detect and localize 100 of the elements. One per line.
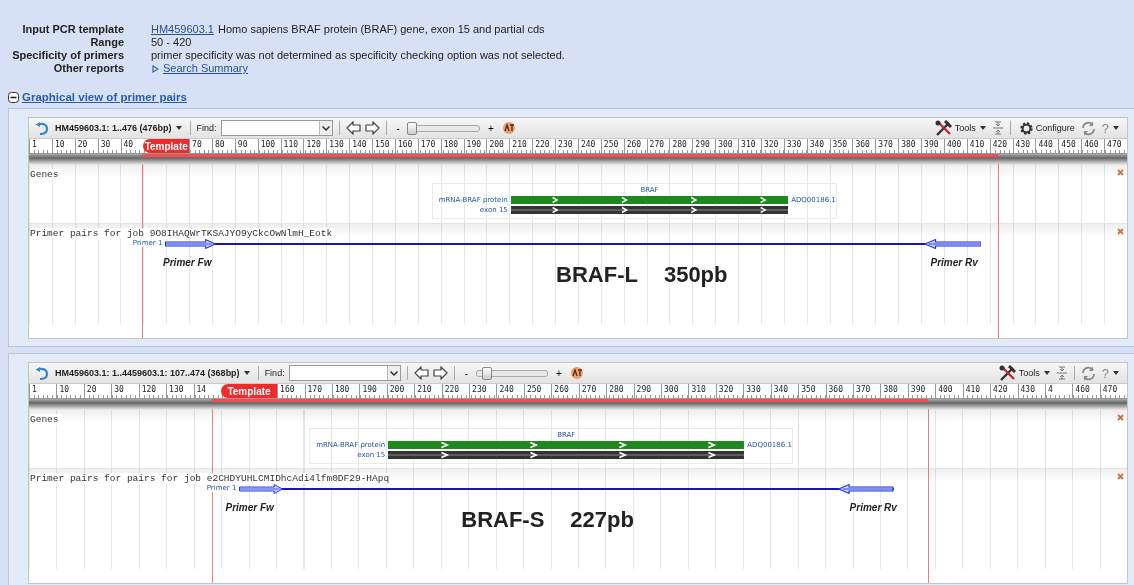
ruler-label: 40 <box>120 139 144 153</box>
ruler-label: 230 <box>469 384 497 398</box>
close-icon[interactable] <box>1117 473 1124 480</box>
section-link[interactable]: Graphical view of primer pairs <box>22 91 187 103</box>
ruler-label: 330 <box>783 139 807 153</box>
description-text: Homo sapiens BRAF protein (BRAF) gene, exon 15 and partial cds <box>218 23 545 36</box>
ruler-label: 170 <box>417 139 441 153</box>
sequence-dropdown[interactable]: HM459603.1: 1..476 (476bp) <box>53 123 184 133</box>
hammer-wrench-icon <box>934 120 953 136</box>
accession-link[interactable]: HM459603.1 <box>151 23 214 36</box>
reverse-primer-arrow <box>923 239 982 249</box>
tools-menu[interactable]: Tools <box>996 365 1052 381</box>
sequence-icon[interactable] <box>501 121 516 135</box>
product-name: BRAF-S <box>461 507 545 533</box>
find-field[interactable] <box>288 365 401 381</box>
ruler-label: 470 <box>1099 384 1128 398</box>
ruler-label: 240 <box>496 384 524 398</box>
ruler-label: 180 <box>331 384 360 398</box>
ruler-label: 200 <box>386 384 415 398</box>
ruler-label: 340 <box>770 384 799 398</box>
ruler-label: 20 <box>74 139 98 153</box>
close-icon[interactable] <box>1117 228 1124 235</box>
zoom-out-button[interactable]: - <box>392 122 404 134</box>
caret-icon <box>175 126 182 130</box>
ruler-label: 120 <box>303 139 327 153</box>
ruler-label: 220 <box>532 139 556 153</box>
ruler-label: 250 <box>600 139 624 153</box>
right-arrow-icon[interactable] <box>432 366 448 380</box>
primer-annotation: Primer Fw <box>163 257 212 268</box>
caret-icon <box>1113 126 1119 130</box>
left-arrow-icon[interactable] <box>413 366 429 380</box>
forward-primer-arrow <box>239 484 284 494</box>
right-arrow-icon[interactable] <box>364 121 380 135</box>
ruler-label: 290 <box>692 139 716 153</box>
ruler-label: 14 <box>193 384 221 398</box>
ruler-label: 410 <box>966 139 990 153</box>
ruler-label: 20 <box>83 384 112 398</box>
close-icon[interactable] <box>1117 414 1124 421</box>
ruler-label: 80 <box>211 139 235 153</box>
find-field[interactable] <box>220 120 333 136</box>
sequence-icon[interactable] <box>569 366 584 380</box>
sequence-dropdown[interactable]: HM459603.1: 1..4459603.1: 107..474 (368bp) <box>53 368 252 378</box>
zoom-slider[interactable] <box>476 369 548 377</box>
ruler-label: 240 <box>577 139 601 153</box>
ruler-label: 340 <box>806 139 830 153</box>
zoom-slider[interactable] <box>407 124 480 132</box>
zoom-in-button[interactable]: + <box>552 367 566 379</box>
ruler-label: 10 <box>51 139 75 153</box>
zoom-out-button[interactable]: - <box>460 367 472 379</box>
ruler-label: 320 <box>760 139 784 153</box>
ruler-label: 30 <box>97 139 121 153</box>
field-label: Range <box>89 36 124 49</box>
ruler-label: 290 <box>633 384 661 398</box>
refresh-icon[interactable] <box>1080 120 1096 136</box>
ruler-label: 260 <box>551 384 579 398</box>
fit-icon[interactable] <box>991 121 1004 135</box>
ruler-label: 210 <box>509 139 533 153</box>
ruler-label: 160 <box>394 139 418 153</box>
refresh-icon[interactable] <box>1080 365 1096 381</box>
ruler-label: 370 <box>875 139 899 153</box>
primer-annotation: Primer Rv <box>930 257 978 268</box>
ruler-label: 380 <box>880 384 908 398</box>
field-label: Specificity of primers <box>11 49 124 62</box>
collapse-icon[interactable] <box>8 91 19 103</box>
ruler-label: 170 <box>304 384 332 398</box>
ruler-label: 420 <box>989 139 1013 153</box>
ruler-label: 420 <box>990 384 1018 398</box>
ruler-label: 110 <box>280 139 304 153</box>
ruler-label: 230 <box>555 139 578 153</box>
caret-icon <box>979 126 986 130</box>
hammer-wrench-icon <box>998 365 1017 381</box>
report-link[interactable]: Search Summary <box>163 62 248 75</box>
ruler-label: 430 <box>1017 384 1045 398</box>
ruler-label: 450 <box>1058 139 1082 153</box>
ruler-label: 270 <box>646 139 670 153</box>
field-label: Other reports <box>52 62 124 75</box>
ruler-label: 70 <box>189 139 212 153</box>
left-arrow-icon[interactable] <box>345 121 361 135</box>
ruler-label: 440 <box>1035 139 1059 153</box>
reverse-primer-arrow <box>838 484 894 494</box>
close-icon[interactable] <box>1117 169 1124 176</box>
ruler-label: 430 <box>1012 139 1036 153</box>
tools-menu[interactable]: Tools <box>932 120 988 136</box>
ruler-label: 120 <box>138 384 167 398</box>
track-title: Genes <box>30 169 62 180</box>
ruler-label: 380 <box>898 139 922 153</box>
back-icon[interactable] <box>35 121 49 135</box>
zoom-in-button[interactable]: + <box>483 122 498 134</box>
forward-primer-arrow <box>165 239 217 249</box>
gear-icon <box>1018 120 1034 136</box>
fit-icon[interactable] <box>1055 366 1068 380</box>
ruler-label: 470 <box>1104 139 1127 153</box>
ruler-label: 90 <box>234 139 258 153</box>
configure-button[interactable]: Configure <box>1016 120 1077 136</box>
ruler-label: 150 <box>372 139 395 153</box>
ruler-label: 220 <box>441 384 470 398</box>
track-title: Primer pairs for job 9O8IHAQWrTKSAJYO9yCkcOwNlmH_Eotk <box>30 228 336 239</box>
ruler-label: 4 <box>1044 384 1073 398</box>
ruler-label: 370 <box>852 384 881 398</box>
back-icon[interactable] <box>35 366 49 380</box>
